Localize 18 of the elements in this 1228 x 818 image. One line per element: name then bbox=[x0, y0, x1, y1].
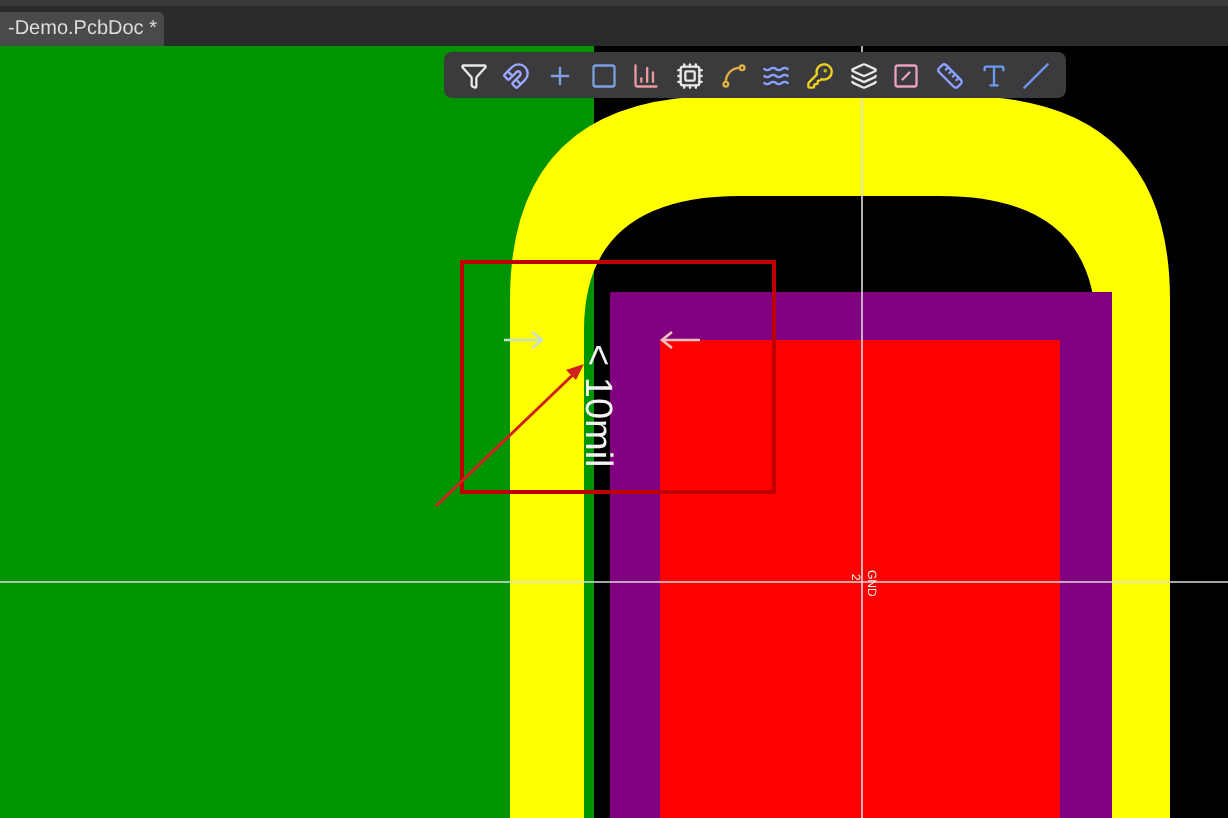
document-tab[interactable]: -Demo.PcbDoc * bbox=[0, 12, 165, 46]
ruler-icon[interactable] bbox=[935, 61, 964, 89]
plus-icon[interactable] bbox=[546, 61, 575, 89]
layers-icon[interactable] bbox=[849, 61, 878, 89]
wave-icon[interactable] bbox=[762, 61, 791, 89]
left-arrow-icon bbox=[659, 330, 702, 350]
line-icon[interactable] bbox=[1022, 61, 1051, 89]
square-icon[interactable] bbox=[589, 61, 618, 89]
right-arrow-icon bbox=[502, 330, 545, 350]
clearance-label: < 10mil bbox=[576, 344, 618, 468]
route-icon[interactable] bbox=[719, 61, 748, 89]
key-icon[interactable] bbox=[805, 61, 834, 89]
filter-icon[interactable] bbox=[459, 61, 488, 89]
bar-chart-icon[interactable] bbox=[632, 61, 661, 89]
chip-icon[interactable] bbox=[676, 61, 705, 89]
text-icon[interactable] bbox=[979, 61, 1007, 89]
line-square-icon[interactable] bbox=[892, 61, 921, 89]
magnet-icon[interactable] bbox=[502, 61, 531, 89]
